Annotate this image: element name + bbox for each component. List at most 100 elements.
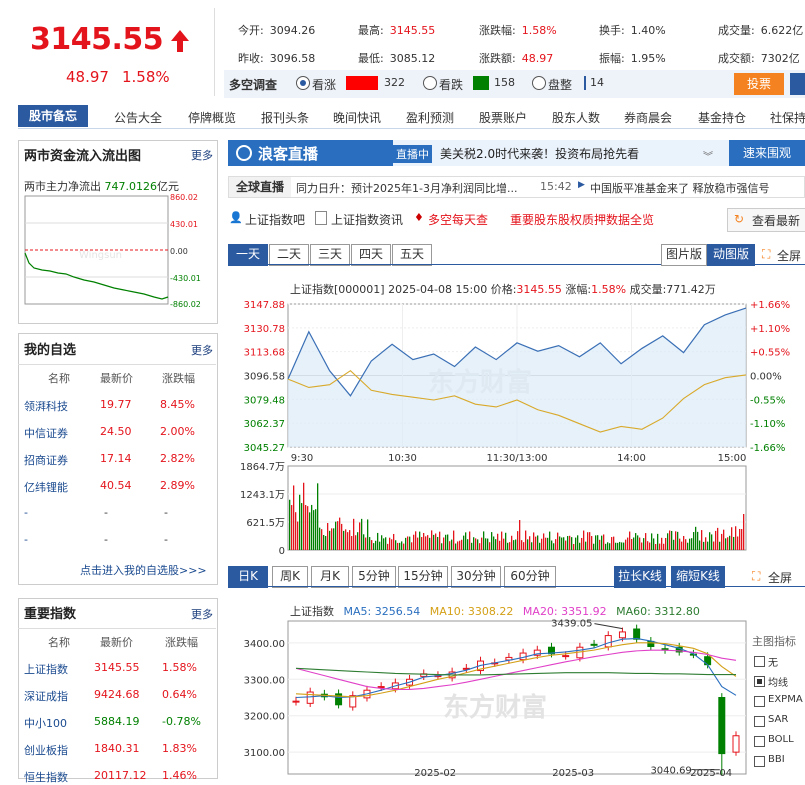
volume-bar — [613, 536, 615, 550]
volume-bar — [577, 535, 579, 550]
memo-nav-item[interactable]: 盈利预测 — [406, 109, 454, 126]
kline-candle — [377, 686, 385, 689]
watchlist-divider — [18, 364, 216, 365]
kline-period-tab[interactable]: 15分钟 — [398, 566, 448, 588]
index-name[interactable]: 中小100 — [24, 715, 67, 731]
watchlist-stock-name[interactable]: - — [24, 506, 28, 519]
kline-fullscreen-icon[interactable]: ⛶ — [752, 569, 760, 584]
period-tab[interactable]: 一天 — [228, 244, 268, 266]
index-name[interactable]: 创业板指 — [24, 742, 68, 758]
memo-nav-item[interactable]: 基金持仓 — [698, 109, 746, 126]
watchlist-stock-name[interactable]: 领湃科技 — [24, 398, 68, 414]
kline-period-tab[interactable]: 日K — [228, 566, 268, 588]
volume-bar — [391, 539, 393, 550]
memo-nav-item[interactable]: 社保持 — [770, 109, 805, 126]
vote-button[interactable]: 投票 — [734, 73, 784, 95]
volume-bar — [637, 535, 639, 550]
kline-period-tab[interactable]: 60分钟 — [504, 566, 556, 588]
volume-bar — [355, 535, 357, 550]
flow-more-link[interactable]: 更多 — [191, 147, 213, 163]
kline-period-tab[interactable]: 5分钟 — [352, 566, 396, 588]
index-name[interactable]: 上证指数 — [24, 661, 68, 677]
volume-bar — [507, 542, 509, 550]
volume-bar — [315, 509, 317, 550]
intraday-info-pct-label: 涨幅: — [565, 283, 592, 296]
kline-period-tab[interactable]: 周K — [272, 566, 308, 588]
indicator-checkbox[interactable] — [754, 756, 765, 767]
watchlist-stock-name[interactable]: 亿纬锂能 — [24, 479, 68, 495]
index-name[interactable]: 恒生指数 — [24, 769, 68, 785]
period-tab[interactable]: 三天 — [310, 244, 350, 266]
memo-nav-item[interactable]: 晚间快讯 — [333, 109, 381, 126]
intraday-chart: 3147.88 +1.66% 3130.78 +1.10% 3113.68 +0.55% 3… — [240, 300, 790, 557]
live-headline[interactable]: 美关税2.0时代来袭！投资布局抢先看 — [440, 145, 639, 162]
memo-nav-item[interactable]: 报刊头条 — [261, 109, 309, 126]
index-pct-cell: 1.58% — [162, 661, 197, 674]
volume-bar — [735, 526, 737, 550]
volume-ytick: 0 — [279, 546, 285, 557]
indicator-checkbox[interactable] — [754, 736, 765, 747]
link-pledge[interactable]: 重要股东股权质押数据全览 — [510, 211, 654, 228]
volume-bar — [337, 521, 339, 550]
intraday-ytick: 3096.58 — [244, 372, 285, 383]
volume-bar — [739, 528, 741, 550]
flat-radio[interactable] — [532, 76, 546, 90]
watchlist-stock-name[interactable]: - — [24, 533, 28, 546]
volume-bar — [609, 543, 611, 550]
link-bullbear[interactable]: 多空每天查 — [428, 211, 488, 228]
live-cta-button[interactable]: 速来围观>>> — [729, 140, 805, 186]
volume-bar — [485, 538, 487, 550]
volume-bar — [521, 540, 523, 550]
memo-nav-item[interactable]: 券商晨会 — [624, 109, 672, 126]
refresh-button[interactable]: ↻ 查看最新 — [727, 208, 805, 232]
kline-stretch-button[interactable]: 拉长K线 — [614, 566, 666, 588]
period-tab[interactable]: 二天 — [269, 244, 309, 266]
intraday-y2tick: +0.55% — [750, 348, 790, 359]
indicator-checkbox[interactable] — [754, 676, 765, 687]
period-tab[interactable]: 四天 — [351, 244, 391, 266]
indicator-checkbox[interactable] — [754, 696, 765, 707]
kline-period-tab[interactable]: 月K — [311, 566, 349, 588]
kline-ytick: 3100.00 — [244, 748, 285, 759]
view-tab-animated[interactable]: 动图版 — [707, 244, 755, 266]
volume-bar — [669, 530, 671, 550]
bear-radio[interactable] — [423, 76, 437, 90]
survey-extra-button[interactable] — [790, 73, 805, 95]
fullscreen-icon[interactable]: ⛶ — [762, 247, 770, 262]
view-tab-image[interactable]: 图片版 — [661, 244, 707, 266]
ticker-text-2[interactable]: 中国版平准基金来了 释放稳市强信号 — [590, 180, 805, 196]
fullscreen-link[interactable]: 全屏 — [777, 247, 801, 264]
watchlist-enter-link[interactable]: 点击进入我的自选股>>> — [80, 562, 207, 578]
watchlist-stock-name[interactable]: 招商证券 — [24, 452, 68, 468]
intraday-y2tick: -1.66% — [750, 443, 785, 454]
volume-bar — [475, 538, 477, 550]
kline-legend-ma10: MA10: 3308.22 — [429, 605, 514, 618]
volume-bar — [699, 540, 701, 550]
chevron-down-icon[interactable]: ︾ — [703, 148, 713, 163]
link-guba[interactable]: 上证指数吧 — [245, 211, 305, 228]
flow-title: 两市资金流入流出图 — [24, 149, 142, 164]
indices-more-link[interactable]: 更多 — [191, 606, 213, 622]
kline-shrink-button[interactable]: 缩短K线 — [671, 566, 725, 588]
bull-radio[interactable] — [296, 76, 310, 90]
ticker-text[interactable]: 同力日升：预计2025年1-3月净利润同比增... — [296, 180, 532, 196]
link-news[interactable]: 上证指数资讯 — [331, 211, 403, 228]
memo-nav-head: 股市备忘 — [18, 105, 88, 127]
memo-nav-item[interactable]: 股票账户 — [479, 109, 527, 126]
index-name[interactable]: 深证成指 — [24, 688, 68, 704]
kline-fullscreen-link[interactable]: 全屏 — [768, 569, 792, 586]
quote-stat-label: 涨跌额: — [479, 52, 516, 65]
memo-nav-item[interactable]: 停牌概览 — [188, 109, 236, 126]
volume-bar — [689, 538, 691, 550]
watchlist-stock-price: 17.14 — [100, 452, 132, 465]
index-price: 3145.55 — [30, 22, 164, 57]
indicator-checkbox[interactable] — [754, 716, 765, 727]
period-tab[interactable]: 五天 — [392, 244, 432, 266]
indicator-checkbox[interactable] — [754, 656, 765, 667]
watchlist-stock-name[interactable]: 中信证券 — [24, 425, 68, 441]
volume-bar — [493, 536, 495, 550]
memo-nav-item[interactable]: 股东人数 — [552, 109, 600, 126]
kline-period-tab[interactable]: 30分钟 — [451, 566, 501, 588]
watchlist-more-link[interactable]: 更多 — [191, 342, 213, 358]
memo-nav-item[interactable]: 公告大全 — [114, 109, 162, 126]
